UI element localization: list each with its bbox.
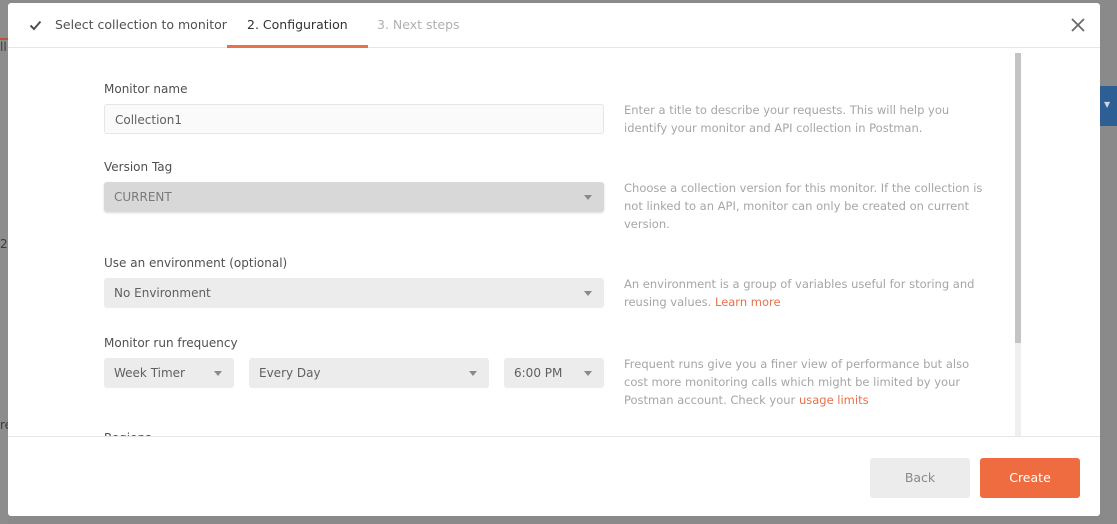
- caret-down-icon: [584, 291, 592, 296]
- day-value: Every Day: [259, 366, 321, 380]
- tab-configuration[interactable]: 2. Configuration: [227, 3, 368, 48]
- close-button[interactable]: [1068, 15, 1088, 35]
- environment-value: No Environment: [114, 286, 211, 300]
- close-icon: [1071, 18, 1085, 32]
- background-text-fragment: 2: [0, 237, 8, 251]
- tab-label: Select collection to monitor: [55, 17, 227, 32]
- tab-label: 3. Next steps: [377, 17, 460, 32]
- wizard-steps: Select collection to monitor 2. Configur…: [8, 3, 1100, 48]
- version-tag-value: CURRENT: [114, 190, 172, 204]
- scrollbar-thumb[interactable]: [1015, 53, 1021, 343]
- caret-down-icon: [469, 371, 477, 376]
- version-tag-select[interactable]: CURRENT: [104, 182, 604, 212]
- timer-type-value: Week Timer: [114, 366, 185, 380]
- tab-next-steps[interactable]: 3. Next steps: [377, 3, 460, 47]
- frequency-label: Monitor run frequency: [104, 336, 238, 350]
- create-button[interactable]: Create: [980, 458, 1080, 498]
- tab-label: 2. Configuration: [247, 17, 348, 32]
- learn-more-link[interactable]: Learn more: [715, 295, 781, 309]
- caret-down-icon: [214, 371, 222, 376]
- version-tag-label: Version Tag: [104, 160, 173, 174]
- environment-label: Use an environment (optional): [104, 256, 288, 270]
- monitor-name-label: Monitor name: [104, 82, 188, 96]
- form-body: Monitor name Collection1 Enter a title t…: [8, 48, 1028, 436]
- environment-help: An environment is a group of variables u…: [624, 275, 994, 311]
- monitor-name-help: Enter a title to describe your requests.…: [624, 103, 950, 135]
- create-monitor-modal: Select collection to monitor 2. Configur…: [8, 3, 1100, 516]
- monitor-name-input[interactable]: Collection1: [104, 104, 604, 134]
- background-app: [0, 0, 8, 524]
- usage-limits-link[interactable]: usage limits: [799, 393, 869, 407]
- time-value: 6:00 PM: [514, 366, 563, 380]
- caret-down-icon: [584, 371, 592, 376]
- background-dropdown-button: ▼: [1100, 86, 1117, 126]
- time-select[interactable]: 6:00 PM: [504, 358, 604, 388]
- modal-footer: Back Create: [8, 436, 1100, 516]
- chevron-down-icon: ▼: [1104, 100, 1111, 109]
- environment-select[interactable]: No Environment: [104, 278, 604, 308]
- day-select[interactable]: Every Day: [249, 358, 489, 388]
- back-button[interactable]: Back: [870, 458, 970, 498]
- version-tag-help: Choose a collection version for this mon…: [624, 181, 983, 231]
- timer-type-select[interactable]: Week Timer: [104, 358, 234, 388]
- background-text-fragment: ll: [0, 40, 7, 54]
- tab-select-collection[interactable]: Select collection to monitor: [29, 3, 227, 47]
- caret-down-icon: [584, 195, 592, 200]
- environment-help-text: An environment is a group of variables u…: [624, 277, 975, 309]
- frequency-help: Frequent runs give you a finer view of p…: [624, 355, 994, 409]
- frequency-help-text: Frequent runs give you a finer view of p…: [624, 357, 970, 407]
